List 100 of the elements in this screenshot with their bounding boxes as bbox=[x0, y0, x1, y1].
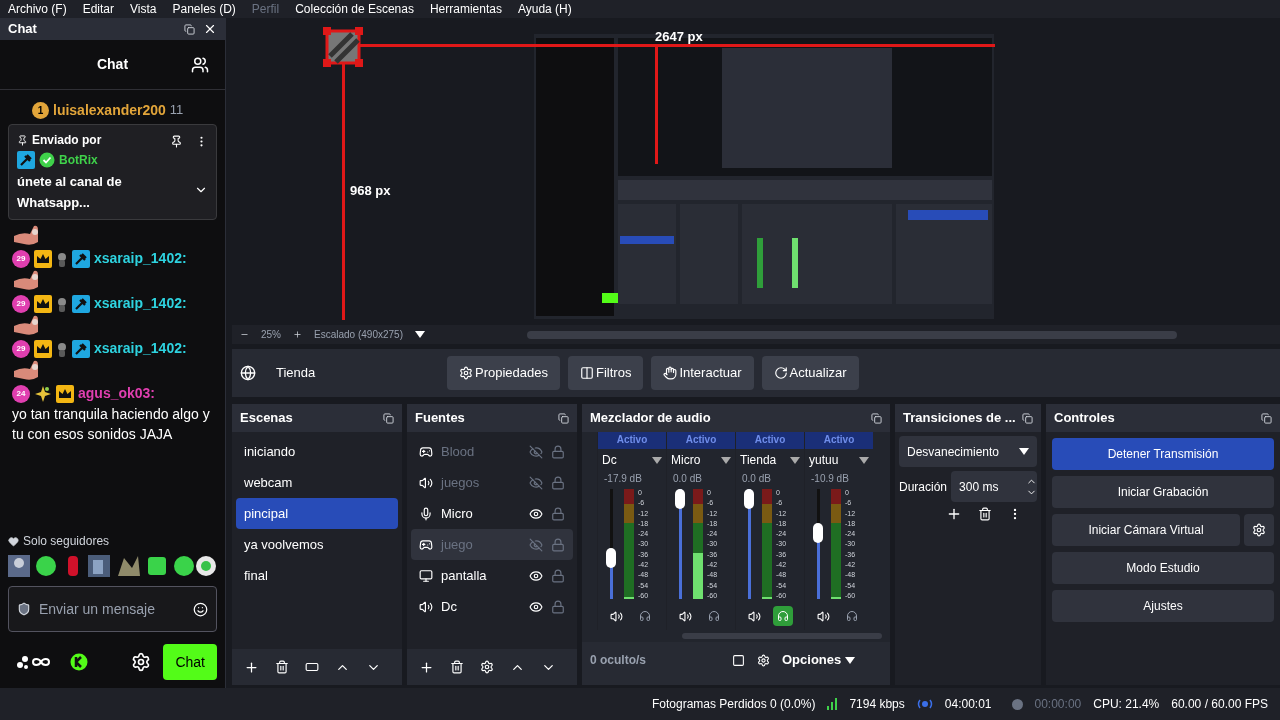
zoom-level: 25% bbox=[261, 328, 281, 342]
speaker-icon[interactable] bbox=[747, 609, 761, 623]
delete-icon[interactable] bbox=[978, 507, 992, 521]
undock-icon[interactable] bbox=[871, 412, 882, 424]
add-icon[interactable] bbox=[419, 659, 434, 675]
source-item[interactable]: Dc bbox=[411, 591, 573, 622]
points-icon[interactable] bbox=[16, 654, 50, 670]
undock-icon[interactable] bbox=[184, 23, 195, 35]
dropdown-icon[interactable] bbox=[859, 456, 869, 464]
channel-volume: -10.9 dB bbox=[810, 472, 850, 486]
volume-slider[interactable] bbox=[606, 489, 616, 599]
menu-item[interactable]: Paneles (D) bbox=[172, 2, 236, 16]
headphones-icon bbox=[845, 610, 858, 622]
scrollbar[interactable] bbox=[526, 330, 1177, 339]
undock-icon[interactable] bbox=[558, 412, 569, 424]
chat-username[interactable]: xsaraip_1402: bbox=[94, 293, 187, 314]
volume-slider-thumb[interactable] bbox=[675, 489, 685, 509]
menu-item[interactable]: Ayuda (H) bbox=[517, 2, 572, 16]
scene-item[interactable]: ya voolvemos bbox=[236, 529, 398, 560]
scene-item[interactable]: pincipal bbox=[236, 498, 398, 529]
emoji-icon[interactable] bbox=[193, 601, 208, 617]
crown-badge-icon bbox=[34, 339, 52, 358]
menu-item[interactable]: Vista bbox=[130, 2, 157, 16]
monitor-toggle[interactable] bbox=[772, 606, 793, 626]
eye-off-icon[interactable] bbox=[529, 444, 543, 459]
scale-mode[interactable]: Escalado (490x275) bbox=[314, 327, 403, 342]
options-button[interactable]: Opciones bbox=[782, 650, 856, 670]
selection-handle-icon[interactable] bbox=[322, 26, 364, 68]
speaker-icon[interactable] bbox=[609, 609, 623, 623]
advanced-settings-icon[interactable] bbox=[757, 653, 770, 667]
delete-icon[interactable] bbox=[450, 660, 464, 674]
volume-slider-thumb[interactable] bbox=[813, 523, 823, 544]
dropdown-icon[interactable] bbox=[414, 331, 425, 338]
scene-item[interactable]: iniciando bbox=[236, 436, 398, 467]
volume-slider[interactable] bbox=[813, 489, 823, 599]
volume-slider-thumb[interactable] bbox=[606, 547, 616, 568]
speaker-icon[interactable] bbox=[816, 609, 830, 623]
undock-icon[interactable] bbox=[1022, 412, 1033, 424]
menu-item[interactable]: Editar bbox=[82, 2, 115, 16]
transition-select[interactable]: Desvanecimiento bbox=[899, 436, 1037, 467]
chat-input-box[interactable]: Enviar un mensaje bbox=[8, 586, 217, 632]
control-button[interactable]: Detener Transmisión bbox=[1052, 438, 1274, 470]
users-icon[interactable] bbox=[191, 55, 209, 74]
unpin-icon[interactable] bbox=[170, 135, 183, 148]
control-button[interactable]: Ajustes bbox=[1052, 590, 1274, 622]
chat-username[interactable]: xsaraip_1402: bbox=[94, 338, 187, 359]
lock-icon[interactable] bbox=[551, 537, 565, 552]
toolbar-button[interactable]: Interactuar bbox=[651, 356, 754, 390]
toolbar-button[interactable]: Filtros bbox=[568, 356, 644, 390]
lock-icon[interactable] bbox=[551, 444, 565, 459]
source-item[interactable]: Micro bbox=[411, 498, 573, 529]
dropdown-icon[interactable] bbox=[790, 456, 800, 464]
lock-icon[interactable] bbox=[551, 568, 565, 583]
chat-header: Chat bbox=[96, 55, 129, 74]
properties-icon[interactable] bbox=[480, 660, 494, 674]
control-button[interactable]: Iniciar Cámara Virtual bbox=[1052, 514, 1240, 546]
eye-icon[interactable] bbox=[529, 599, 543, 614]
undock-icon[interactable] bbox=[1261, 412, 1272, 424]
settings-icon[interactable] bbox=[131, 652, 152, 672]
eye-icon[interactable] bbox=[529, 568, 543, 583]
kick-icon[interactable] bbox=[70, 653, 88, 671]
zoom-in-icon[interactable] bbox=[293, 330, 302, 339]
dropdown-icon[interactable] bbox=[652, 456, 662, 464]
volume-slider-thumb[interactable] bbox=[744, 489, 754, 509]
duration-field[interactable]: 300 ms bbox=[951, 471, 1037, 502]
scrollbar[interactable] bbox=[682, 633, 882, 639]
dropdown-icon[interactable] bbox=[721, 456, 731, 464]
eye-off-icon[interactable] bbox=[529, 475, 543, 490]
scene-item[interactable]: final bbox=[236, 560, 398, 591]
close-icon[interactable] bbox=[203, 22, 217, 36]
toolbar-button[interactable]: Actualizar bbox=[761, 356, 859, 390]
eye-off-icon[interactable] bbox=[529, 537, 543, 552]
speaker-icon[interactable] bbox=[678, 609, 692, 623]
lock-icon[interactable] bbox=[551, 599, 565, 614]
gear-icon bbox=[459, 366, 473, 380]
scene-item[interactable]: webcam bbox=[236, 467, 398, 498]
add-icon[interactable] bbox=[946, 506, 962, 522]
filters-icon[interactable] bbox=[305, 660, 319, 674]
menu-item[interactable]: Colección de Escenas bbox=[295, 2, 414, 16]
volume-slider[interactable] bbox=[744, 489, 754, 599]
chat-username[interactable]: xsaraip_1402: bbox=[94, 248, 187, 269]
source-item[interactable]: pantalla bbox=[411, 560, 573, 591]
volume-slider[interactable] bbox=[675, 489, 685, 599]
add-icon[interactable] bbox=[244, 659, 259, 675]
chat-input-field[interactable]: Enviar un mensaje bbox=[39, 598, 185, 620]
settings-button[interactable] bbox=[1244, 514, 1274, 546]
undock-icon[interactable] bbox=[383, 412, 394, 424]
layout-icon[interactable] bbox=[732, 653, 745, 667]
eye-icon[interactable] bbox=[529, 506, 543, 521]
menu-item[interactable]: Herramientas bbox=[429, 2, 502, 16]
chat-username[interactable]: agus_ok03: bbox=[78, 383, 156, 404]
lock-icon[interactable] bbox=[551, 475, 565, 490]
shield-icon[interactable] bbox=[17, 602, 31, 616]
menu-item[interactable]: Archivo (F) bbox=[8, 2, 67, 16]
control-button[interactable]: Modo Estudio bbox=[1052, 552, 1274, 584]
lock-icon[interactable] bbox=[551, 506, 565, 521]
chat-send-button[interactable]: Chat bbox=[163, 644, 217, 680]
toolbar-button[interactable]: Propiedades bbox=[447, 356, 560, 390]
control-button[interactable]: Iniciar Grabación bbox=[1052, 476, 1274, 508]
delete-icon[interactable] bbox=[275, 660, 289, 674]
